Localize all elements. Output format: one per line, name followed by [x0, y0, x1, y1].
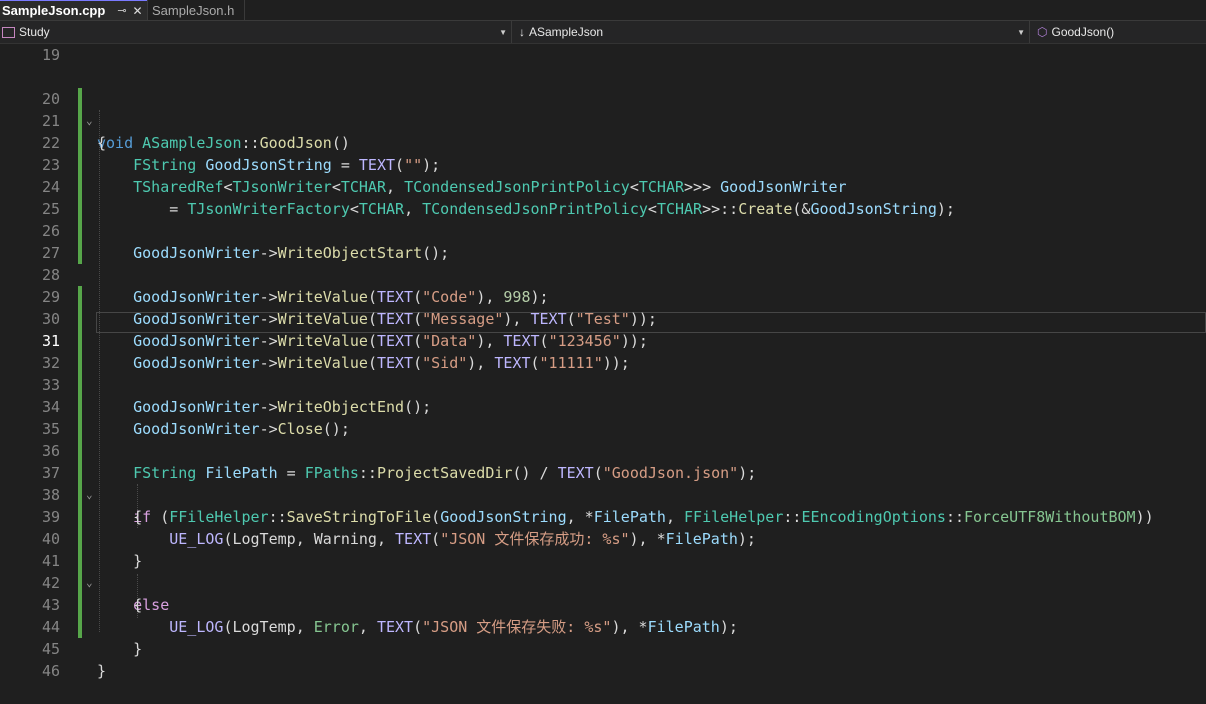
member-label: GoodJson()	[1051, 25, 1115, 39]
chevron-down-icon: ▼	[1017, 27, 1025, 37]
code-line: 36 FString FilePath = FPaths::ProjectSav…	[0, 418, 1206, 482]
class-dropdown[interactable]: ↓ ASampleJson ▼	[513, 21, 1030, 43]
code-line: 26 GoodJsonWriter->WriteObjectStart();	[0, 198, 1206, 262]
code-line: 40 }	[0, 506, 1206, 570]
pin-icon[interactable]: ⊸	[117, 4, 126, 17]
code-line: 21 {	[0, 88, 1206, 152]
code-line: 33 GoodJsonWriter->WriteObjectEnd();	[0, 352, 1206, 416]
code-line: 39 UE_LOG(LogTemp, Warning, TEXT("JSON 文…	[0, 484, 1206, 548]
code-line: 24 = TJsonWriterFactory<TCHAR, TCondense…	[0, 154, 1206, 218]
code-text: }	[97, 660, 106, 682]
class-label: ASampleJson	[529, 25, 604, 39]
code-editor[interactable]: 19 20 ⌄ void ASampleJson::GoodJson() 21 …	[0, 44, 1206, 680]
tab-label: SampleJson.cpp	[2, 3, 106, 18]
code-line: 22 FString GoodJsonString = TEXT("");	[0, 110, 1206, 174]
code-line: 27	[0, 220, 1206, 262]
line-number: 46	[41, 662, 60, 680]
document-tab-bar: SampleJson.cpp ⊸ ✕ SampleJson.h	[0, 0, 1206, 21]
code-line: 28 GoodJsonWriter->WriteValue(TEXT("Code…	[0, 242, 1206, 306]
code-line: 32	[0, 330, 1206, 372]
chevron-down-icon: ▼	[499, 27, 507, 37]
method-cube-icon: ⬡	[1037, 25, 1048, 39]
code-line: 44 }	[0, 594, 1206, 658]
code-line: 42 {	[0, 550, 1206, 614]
code-line: 38 {	[0, 462, 1206, 526]
code-line: 37 ⌄ if (FFileHelper::SaveStringToFile(G…	[0, 440, 1206, 526]
code-line: 43 UE_LOG(LogTemp, Error, TEXT("JSON 文件保…	[0, 572, 1206, 636]
tab-label: SampleJson.h	[152, 2, 235, 18]
tab-samplejson-h[interactable]: SampleJson.h	[147, 0, 245, 20]
code-line: 23 TSharedRef<TJsonWriter<TCHAR, TConden…	[0, 132, 1206, 196]
code-line: 31 GoodJsonWriter->WriteValue(TEXT("Sid"…	[0, 308, 1206, 372]
code-line: 45 }	[0, 616, 1206, 680]
close-icon[interactable]: ✕	[133, 4, 143, 18]
project-dropdown[interactable]: Study ▼	[0, 21, 512, 43]
member-dropdown[interactable]: ⬡ GoodJson()	[1031, 21, 1206, 43]
code-line: 30 GoodJsonWriter->WriteValue(TEXT("Data…	[0, 286, 1206, 350]
token: }	[97, 662, 107, 680]
arrow-down-icon: ↓	[519, 25, 525, 39]
code-line: 46	[0, 638, 1206, 680]
code-line: 35	[0, 396, 1206, 438]
code-line: 19	[0, 44, 1206, 66]
project-label: Study	[19, 25, 50, 39]
tab-samplejson-cpp[interactable]: SampleJson.cpp ⊸ ✕	[0, 0, 147, 20]
code-line: 25	[0, 176, 1206, 218]
code-line: 41 ⌄ else	[0, 528, 1206, 614]
code-line: 34 GoodJsonWriter->Close();	[0, 374, 1206, 438]
navigation-bar: Study ▼ ↓ ASampleJson ▼ ⬡ GoodJson()	[0, 21, 1206, 44]
project-icon	[2, 26, 15, 38]
code-line: 29 GoodJsonWriter->WriteValue(TEXT("Mess…	[0, 264, 1206, 328]
line-number: 19	[41, 46, 60, 64]
code-line: 20 ⌄ void ASampleJson::GoodJson()	[0, 66, 1206, 152]
